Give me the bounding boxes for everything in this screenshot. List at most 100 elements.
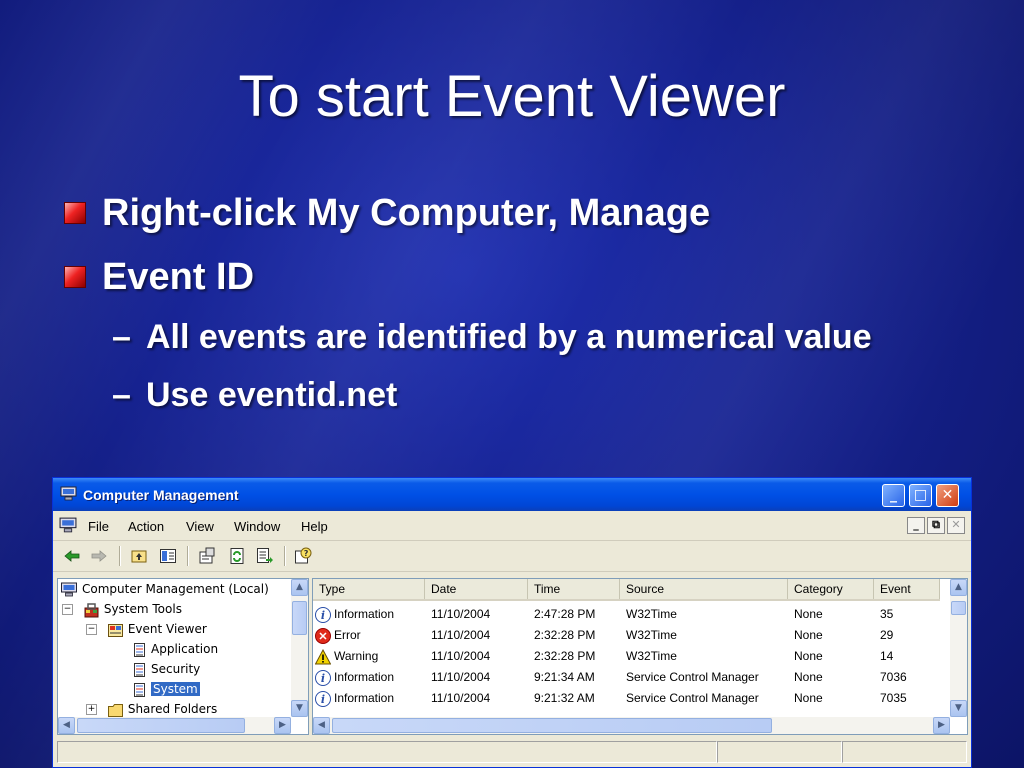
list-vertical-scrollbar[interactable]: ▲ ▼ [950,579,967,717]
slide-title: To start Event Viewer [238,64,786,129]
expand-toggle[interactable]: + [86,704,97,715]
scrollbar-thumb[interactable] [951,601,966,615]
sub-bullet-item: – Use eventid.net [62,374,946,416]
mdi-close-button[interactable]: ✕ [947,517,965,534]
menu-action[interactable]: Action [128,519,164,534]
table-row[interactable]: i Information 11/10/2004 2:47:28 PM W32Ti… [313,604,940,625]
scroll-left-arrow-icon[interactable]: ◀ [58,717,75,734]
tree-item[interactable]: Application [132,639,218,659]
warning-icon [315,648,331,665]
event-date: 11/10/2004 [431,628,491,642]
table-row[interactable]: i Information 11/10/2004 9:21:34 AM Servi… [313,667,940,688]
event-type: Information [334,607,395,621]
event-date: 11/10/2004 [431,691,491,705]
dash-bullet: – [112,376,131,414]
log-icon [134,682,145,697]
column-header-source[interactable]: Source [620,579,788,599]
sub-bullet-text: Use eventid.net [146,376,398,414]
scroll-left-arrow-icon[interactable]: ◀ [313,717,330,734]
tree-item[interactable]: − System Tools [62,599,182,619]
menu-file[interactable]: File [88,519,109,534]
refresh-icon[interactable] [228,547,246,565]
toolbox-icon [84,602,99,617]
computer-management-window: Computer Management _ □ ✕ File Action Vi… [52,477,972,768]
tree-vertical-scrollbar[interactable]: ▲ ▼ [291,579,308,717]
scroll-up-arrow-icon[interactable]: ▲ [950,579,967,596]
column-header-event[interactable]: Event [874,579,940,599]
event-source: W32Time [626,649,677,663]
status-bar [57,741,967,765]
event-viewer-icon [107,623,123,637]
column-header-type[interactable]: Type [313,579,425,599]
scroll-down-arrow-icon[interactable]: ▼ [291,700,308,717]
menu-help[interactable]: Help [301,519,328,534]
folder-icon [107,703,123,717]
bullet-item: Right-click My Computer, Manage [62,188,1002,252]
column-header-time[interactable]: Time [528,579,620,599]
title-bar[interactable]: Computer Management _ □ ✕ [53,478,971,511]
bullet-text: Event ID [102,256,255,298]
event-id: 35 [880,607,894,621]
event-category: None [794,691,823,705]
mdi-minimize-button[interactable]: _ [907,517,925,534]
computer-icon [60,486,77,501]
scroll-right-arrow-icon[interactable]: ▶ [933,717,950,734]
close-button[interactable]: ✕ [936,484,959,507]
tree-item-selected[interactable]: System [132,679,200,699]
bullet-item: Event ID [62,252,1002,316]
scrollbar-thumb[interactable] [292,601,307,635]
event-source: W32Time [626,628,677,642]
dash-bullet: – [112,318,131,356]
show-hide-tree-icon[interactable] [159,547,177,565]
maximize-button[interactable]: □ [909,484,932,507]
event-type: Information [334,670,395,684]
event-source: Service Control Manager [626,670,759,684]
error-icon: ✕ [315,627,331,644]
list-horizontal-scrollbar[interactable]: ◀ ▶ [313,717,950,734]
sub-bullet-item: – All events are identified by a numeric… [62,316,946,358]
menu-window[interactable]: Window [234,519,280,534]
event-type: Warning [334,649,379,663]
status-panel [717,741,842,763]
properties-icon[interactable] [198,547,216,565]
scroll-right-arrow-icon[interactable]: ▶ [274,717,291,734]
computer-icon[interactable] [59,517,77,533]
back-arrow-icon[interactable] [63,547,81,565]
event-time: 2:47:28 PM [534,607,596,621]
event-time: 2:32:28 PM [534,649,596,663]
event-id: 29 [880,628,894,642]
scrollbar-thumb[interactable] [77,718,245,733]
minimize-button[interactable]: _ [882,484,905,507]
column-header-date[interactable]: Date [425,579,528,599]
tree-item[interactable]: Computer Management (Local) [60,579,269,599]
bullet-text: Right-click My Computer, Manage [102,192,711,234]
scroll-up-arrow-icon[interactable]: ▲ [291,579,308,596]
scrollbar-thumb[interactable] [332,718,772,733]
event-type: Error [334,628,361,642]
table-row[interactable]: i Information 11/10/2004 9:21:32 AM Servi… [313,688,940,709]
log-icon [134,662,145,677]
event-id: 7036 [880,670,907,684]
table-row[interactable]: Warning 11/10/2004 2:32:28 PM W32Time No… [313,646,940,667]
tree-horizontal-scrollbar[interactable]: ◀ ▶ [58,717,291,734]
event-time: 9:21:32 AM [534,691,595,705]
tree-item[interactable]: + Shared Folders [86,699,217,717]
scroll-down-arrow-icon[interactable]: ▼ [950,700,967,717]
menu-view[interactable]: View [186,519,214,534]
toolbar: ? [53,541,971,572]
help-icon[interactable]: ? [294,547,312,565]
mdi-restore-button[interactable]: ⧉ [927,517,945,534]
red-square-bullet-icon [64,202,86,224]
tree-item[interactable]: − Event Viewer [86,619,207,639]
forward-arrow-icon[interactable] [90,547,108,565]
tree-item[interactable]: Security [132,659,200,679]
up-one-level-icon[interactable] [130,547,148,565]
event-category: None [794,670,823,684]
event-source: Service Control Manager [626,691,759,705]
table-row[interactable]: ✕ Error 11/10/2004 2:32:28 PM W32Time Non… [313,625,940,646]
status-panel [842,741,967,763]
export-list-icon[interactable] [256,547,274,565]
collapse-toggle[interactable]: − [62,604,73,615]
collapse-toggle[interactable]: − [86,624,97,635]
column-header-category[interactable]: Category [788,579,874,599]
